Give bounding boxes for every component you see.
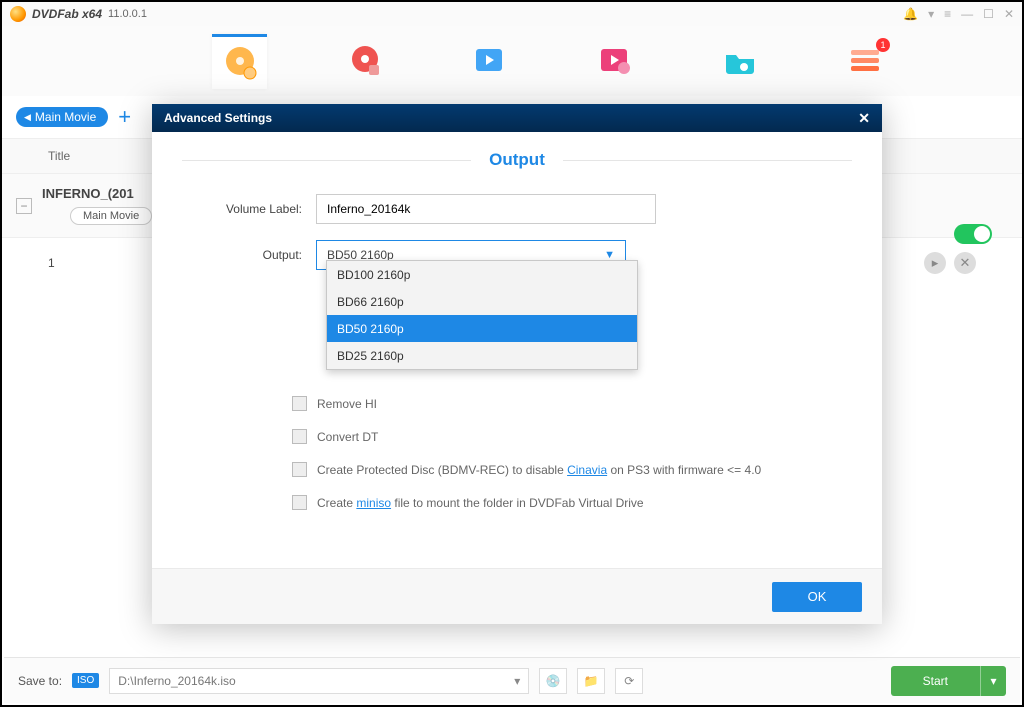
section-header: Output <box>182 150 852 170</box>
disc-rip-icon <box>347 43 383 79</box>
play-preview-button[interactable]: ▸ <box>924 252 946 274</box>
protected-disc-label: Create Protected Disc (BDMV-REC) to disa… <box>317 463 761 477</box>
app-logo-icon <box>10 6 26 22</box>
start-label: Start <box>891 674 980 688</box>
menu-icon[interactable]: ≡ <box>944 7 951 21</box>
iso-icon[interactable]: 💿 <box>539 668 567 694</box>
protected-disc-checkbox[interactable] <box>292 462 307 477</box>
miniso-row: Create miniso file to mount the folder i… <box>292 495 852 510</box>
iso-tag: ISO <box>72 673 99 688</box>
dialog-footer: OK <box>152 568 882 624</box>
convert-dts-row: Convert DT <box>292 429 852 444</box>
expand-button[interactable]: − <box>16 198 32 214</box>
dropdown-icon[interactable]: ▾ <box>928 7 934 21</box>
titlebar: DVDFab x64 11.0.0.1 🔔 ▾ ≡ — ☐ ✕ <box>2 2 1022 26</box>
remove-hd-audio-row: Remove HI <box>292 396 852 411</box>
dialog-title: Advanced Settings <box>164 111 272 125</box>
add-source-button[interactable]: + <box>118 104 131 130</box>
folder-tool-icon <box>722 43 758 79</box>
queue-badge: 1 <box>876 38 890 52</box>
volume-label-row: Volume Label: <box>182 194 852 224</box>
close-icon[interactable]: ✕ <box>1004 7 1014 21</box>
output-option[interactable]: BD100 2160p <box>327 261 637 288</box>
miniso-checkbox[interactable] <box>292 495 307 510</box>
start-button[interactable]: Start ▾ <box>891 666 1006 696</box>
output-label: Output: <box>182 248 302 262</box>
remove-track-button[interactable]: ✕ <box>954 252 976 274</box>
nav-copy[interactable] <box>212 34 267 89</box>
app-brand: DVDFab x64 <box>32 7 102 21</box>
miniso-label: Create miniso file to mount the folder i… <box>317 496 644 510</box>
mode-chip[interactable]: Main Movie <box>70 207 152 225</box>
cinavia-link[interactable]: Cinavia <box>567 463 607 477</box>
remove-hd-label: Remove HI <box>317 397 377 411</box>
task-list-icon <box>847 46 883 76</box>
enable-toggle[interactable] <box>954 224 992 244</box>
disc-copy-icon <box>220 43 260 83</box>
volume-label-label: Volume Label: <box>182 202 302 216</box>
video-create-icon <box>597 43 633 79</box>
dialog-close-icon[interactable]: ✕ <box>858 110 870 127</box>
refresh-icon[interactable]: ⟳ <box>615 668 643 694</box>
col-title: Title <box>48 149 70 163</box>
convert-dts-checkbox[interactable] <box>292 429 307 444</box>
notify-icon[interactable]: 🔔 <box>903 7 918 21</box>
nav-queue[interactable]: 1 <box>837 34 892 89</box>
save-path-value: D:\Inferno_20164k.iso <box>118 674 235 688</box>
bottom-bar: Save to: ISO D:\Inferno_20164k.iso 💿 📁 ⟳… <box>4 657 1020 703</box>
save-path-select[interactable]: D:\Inferno_20164k.iso <box>109 668 529 694</box>
dialog-titlebar: Advanced Settings ✕ <box>152 104 882 132</box>
nav-ripper[interactable] <box>337 34 392 89</box>
remove-hd-checkbox[interactable] <box>292 396 307 411</box>
nav-creator[interactable] <box>587 34 642 89</box>
top-nav: 1 <box>2 26 1022 96</box>
save-to-label: Save to: <box>18 674 62 688</box>
ok-button[interactable]: OK <box>772 582 862 612</box>
nav-utilities[interactable] <box>712 34 767 89</box>
app-version: 11.0.0.1 <box>108 8 147 20</box>
video-convert-icon <box>472 43 508 79</box>
convert-dts-label: Convert DT <box>317 430 378 444</box>
maximize-icon[interactable]: ☐ <box>983 7 994 21</box>
output-option[interactable]: BD66 2160p <box>327 288 637 315</box>
mode-pill[interactable]: Main Movie <box>16 107 108 127</box>
protected-disc-row: Create Protected Disc (BDMV-REC) to disa… <box>292 462 852 477</box>
track-index: 1 <box>48 256 55 270</box>
output-option[interactable]: BD50 2160p <box>327 315 637 342</box>
advanced-settings-dialog: Advanced Settings ✕ Output Volume Label:… <box>152 104 882 624</box>
output-dropdown: BD100 2160p BD66 2160p BD50 2160p BD25 2… <box>326 260 638 370</box>
dialog-body: Output Volume Label: Output: BD50 2160p … <box>152 132 882 568</box>
miniso-link[interactable]: miniso <box>356 496 391 510</box>
window-controls: 🔔 ▾ ≡ — ☐ ✕ <box>903 7 1014 21</box>
start-caret-icon[interactable]: ▾ <box>980 666 1006 696</box>
nav-converter[interactable] <box>462 34 517 89</box>
section-label: Output <box>489 150 545 170</box>
output-option[interactable]: BD25 2160p <box>327 342 637 369</box>
source-title: INFERNO_(201 <box>42 186 152 201</box>
folder-icon[interactable]: 📁 <box>577 668 605 694</box>
minimize-icon[interactable]: — <box>961 7 973 21</box>
volume-label-input[interactable] <box>316 194 656 224</box>
